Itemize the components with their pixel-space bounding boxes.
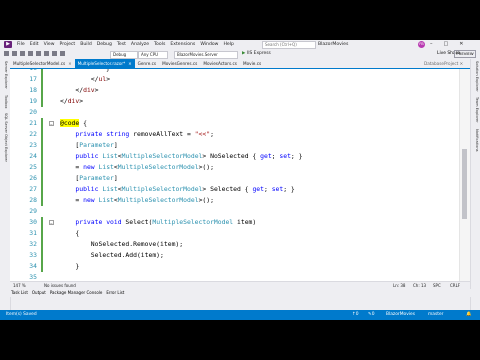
push-count[interactable]: ↑ 0: [352, 310, 358, 320]
scrollbar-thumb[interactable]: [462, 149, 467, 219]
search-input[interactable]: Search (Ctrl+Q): [262, 41, 316, 49]
code-line: 29: [29, 207, 37, 215]
back-icon[interactable]: [4, 51, 9, 56]
menu-view[interactable]: View: [44, 42, 55, 47]
notifications-icon[interactable]: 🔔: [466, 310, 471, 320]
menu-analyze[interactable]: Analyze: [131, 42, 149, 47]
sql-object-explorer-tab[interactable]: SQL Server Object Explorer: [4, 113, 8, 162]
code-line: 31 {: [29, 228, 80, 239]
collapse-icon[interactable]: −: [49, 121, 54, 127]
open-icon[interactable]: [28, 51, 33, 56]
branch-name[interactable]: master: [428, 310, 443, 320]
menu-project[interactable]: Project: [60, 42, 76, 47]
code-line: 27 public List<MultipleSelectorModel> Se…: [29, 184, 295, 195]
server-explorer-tab[interactable]: Server Explorer: [4, 61, 8, 89]
tab-movie[interactable]: Movie.cs: [240, 59, 264, 68]
error-list-tab[interactable]: Error List: [106, 289, 124, 297]
menu-window[interactable]: Window: [200, 42, 218, 47]
undo-icon[interactable]: [52, 51, 57, 56]
menu-tools[interactable]: Tools: [154, 42, 165, 47]
code-line: 30− private void Select(MultipleSelector…: [29, 217, 257, 228]
project-title: BlazorMovies: [318, 42, 349, 47]
toolbar-icons: [4, 51, 65, 56]
solution-explorer-tab[interactable]: Solution Explorer: [475, 61, 479, 92]
menu-file[interactable]: File: [17, 42, 25, 47]
code-line: 25 = new List<MultipleSelectorModel>();: [29, 162, 214, 173]
code-line: 18 </div>: [29, 85, 99, 96]
menu-help[interactable]: Help: [223, 42, 233, 47]
ide-window: ▶ File Edit View Project Build Debug Tes…: [0, 40, 480, 320]
close-tab-icon[interactable]: ✕: [128, 59, 131, 68]
forward-icon[interactable]: [12, 51, 17, 56]
code-line: 19 </div>: [29, 96, 84, 107]
team-explorer-tab[interactable]: Team Explorer: [475, 97, 479, 123]
avatar[interactable]: FB: [418, 41, 425, 48]
preview-tab[interactable]: DatabaseProject ✕: [424, 59, 463, 68]
code-line: 17 </ul>: [29, 74, 111, 85]
notifications-tab[interactable]: Notifications: [475, 129, 479, 152]
startup-project-select[interactable]: BlazorMovies.Server: [174, 51, 238, 59]
code-line: 26 [Parameter]: [29, 173, 118, 184]
bottom-tool-tabs: Task List Output Package Manager Console…: [10, 289, 471, 297]
menu-bar: File Edit View Project Build Debug Test …: [17, 42, 234, 47]
document-tabs: MultipleSelectorModel.cs ✕ MultipleSelect…: [10, 59, 470, 68]
code-line: 33 Selected.Add(item);: [29, 250, 164, 261]
pending-changes[interactable]: ✎ 0: [368, 310, 374, 320]
collapse-icon[interactable]: −: [49, 220, 54, 226]
visual-studio-logo-icon: ▶: [4, 41, 12, 48]
window-controls: – □ ✕: [430, 41, 463, 47]
new-item-icon[interactable]: [20, 51, 25, 56]
code-editor[interactable]: 16 } 17 </ul> 18 </div> 19</div> 20 21−@…: [10, 69, 470, 281]
code-line: 22 private string removeAllText = "<<";: [29, 129, 214, 140]
save-all-icon[interactable]: [44, 51, 49, 56]
tab-multipleselector-razor[interactable]: MultipleSelector.razor* ✕: [74, 59, 135, 68]
status-bar: Item(s) Saved ↑ 0 ✎ 0 BlazorMovies maste…: [0, 310, 480, 320]
code-line: 34 }: [29, 261, 80, 272]
platform-select[interactable]: Any CPU: [138, 51, 168, 59]
config-select[interactable]: Debug: [110, 51, 138, 59]
close-icon[interactable]: ✕: [459, 41, 463, 47]
menu-build[interactable]: Build: [80, 42, 92, 47]
code-line: 24 public List<MultipleSelectorModel> No…: [29, 151, 303, 162]
save-icon[interactable]: [36, 51, 41, 56]
right-tool-strip: Solution Explorer Team Explorer Notifica…: [470, 59, 480, 310]
code-line: 28 = new List<MultipleSelectorModel>();: [29, 195, 214, 206]
toolbox-tab[interactable]: Toolbox: [4, 95, 8, 108]
run-label: IIS Express: [246, 51, 271, 56]
code-line: 21− @code {: [29, 118, 87, 129]
redo-icon[interactable]: [60, 51, 65, 56]
output-tab[interactable]: Output: [32, 289, 46, 297]
maximize-icon[interactable]: □: [444, 41, 449, 47]
code-line: 20: [29, 108, 37, 116]
close-tab-icon[interactable]: ✕: [68, 59, 71, 68]
tab-moviesactors[interactable]: MoviesActors.cs: [200, 59, 240, 68]
code-line: 32 NoSelected.Remove(item);: [29, 239, 184, 250]
task-list-tab[interactable]: Task List: [11, 289, 28, 297]
menu-edit[interactable]: Edit: [30, 42, 39, 47]
save-status: Item(s) Saved: [6, 312, 37, 317]
code-line: 23 [Parameter]: [29, 140, 118, 151]
minimize-icon[interactable]: –: [430, 41, 433, 47]
menu-extensions[interactable]: Extensions: [170, 42, 195, 47]
code-line: 35: [29, 273, 37, 281]
menu-test[interactable]: Test: [117, 42, 126, 47]
close-tab-icon[interactable]: ✕: [460, 61, 464, 66]
preview-button[interactable]: PREVIEW: [454, 50, 476, 58]
run-button[interactable]: ▶ IIS Express: [242, 51, 271, 56]
title-bar: ▶ File Edit View Project Build Debug Tes…: [0, 40, 480, 49]
repository-name[interactable]: BlazorMovies: [386, 310, 415, 320]
menu-debug[interactable]: Debug: [97, 42, 112, 47]
tab-moviesgenres[interactable]: MoviesGenres.cs: [159, 59, 200, 68]
tab-multipleselectormodel[interactable]: MultipleSelectorModel.cs ✕: [10, 59, 75, 68]
package-manager-console-tab[interactable]: Package Manager Console: [50, 289, 103, 297]
tab-genre[interactable]: Genre.cs: [135, 59, 160, 68]
